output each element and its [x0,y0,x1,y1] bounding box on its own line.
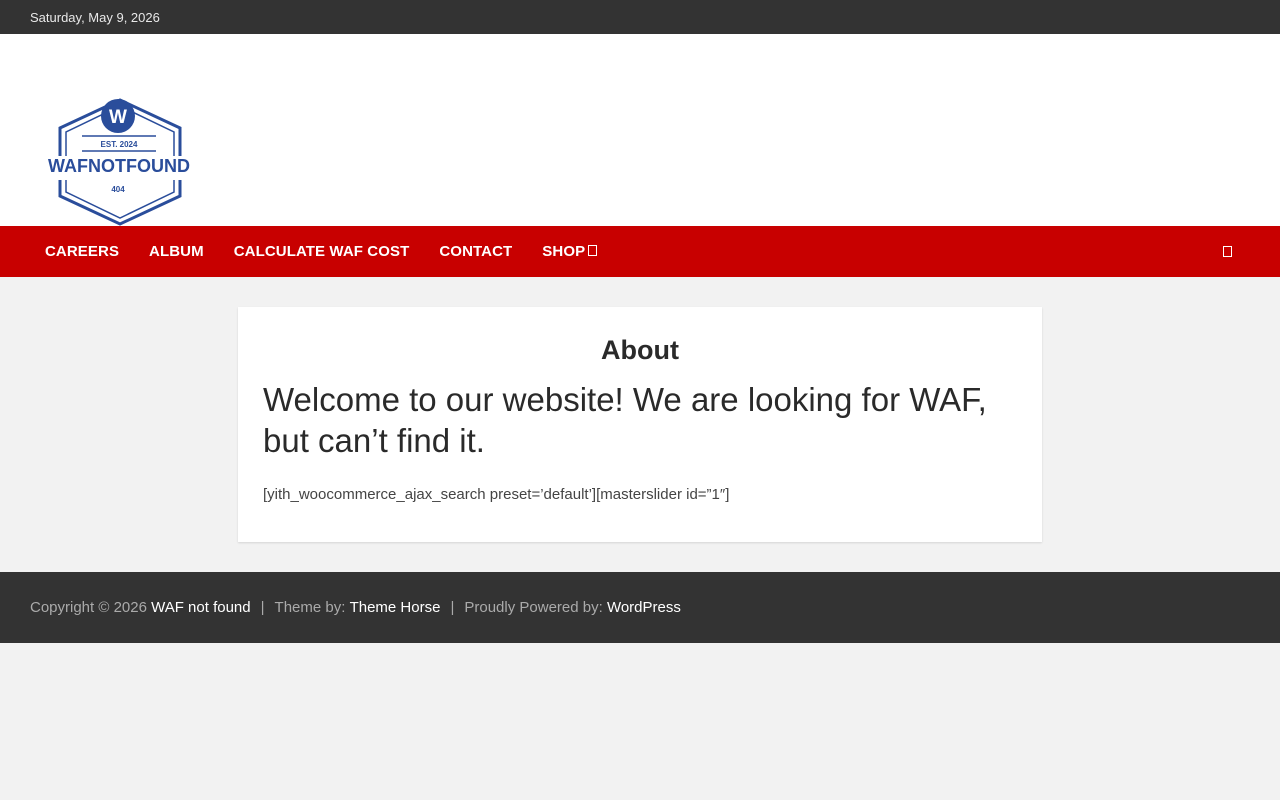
site-link[interactable]: WAF not found [151,599,251,616]
logo-code: 404 [111,185,125,194]
dropdown-icon [588,245,598,256]
welcome-heading: Welcome to our website! We are looking f… [263,381,987,459]
theme-by-text: Theme by: [274,599,346,616]
site-footer: Copyright © 2026 WAF not found | Theme b… [0,572,1280,643]
main-navigation: CAREERS ALBUM CALCULATE WAF COST CONTACT… [0,226,1280,277]
nav-label: CAREERS [45,243,120,260]
current-date: Saturday, May 9, 2026 [30,9,160,25]
nav-label: SHOP [542,243,586,260]
logo-badge-letter: W [109,107,127,128]
logo-est: EST. 2024 [101,140,138,149]
nav-item-contact[interactable]: CONTACT [424,243,527,260]
search-icon[interactable] [1223,246,1232,257]
top-bar: Saturday, May 9, 2026 [0,0,1280,34]
main-content: About Welcome to our website! We are loo… [0,277,1280,572]
nav-label: CONTACT [439,243,513,260]
wordpress-link[interactable]: WordPress [607,599,681,616]
footer-separator: | [260,599,265,616]
site-logo[interactable]: W EST. 2024 WAFNOTFOUND 404 [30,96,210,228]
footer-separator: | [450,599,455,616]
nav-label: CALCULATE WAF COST [233,243,410,260]
page-title: About [601,335,679,365]
nav-item-shop[interactable]: SHOP [527,243,612,260]
shortcode-text: [yith_woocommerce_ajax_search preset=’de… [263,486,730,503]
logo-graphic: W EST. 2024 WAFNOTFOUND 404 [30,98,210,226]
nav-item-album[interactable]: ALBUM [134,243,219,260]
article-card: About Welcome to our website! We are loo… [238,307,1042,542]
nav-item-careers[interactable]: CAREERS [30,243,134,260]
copyright-text: Copyright © 2026 [30,599,147,616]
theme-link[interactable]: Theme Horse [350,599,441,616]
nav-label: ALBUM [149,243,204,260]
nav-item-calculate-waf-cost[interactable]: CALCULATE WAF COST [219,243,425,260]
site-header: W EST. 2024 WAFNOTFOUND 404 [0,34,1280,226]
logo-name: WAFNOTFOUND [48,156,190,176]
powered-by-text: Proudly Powered by: [464,599,603,616]
